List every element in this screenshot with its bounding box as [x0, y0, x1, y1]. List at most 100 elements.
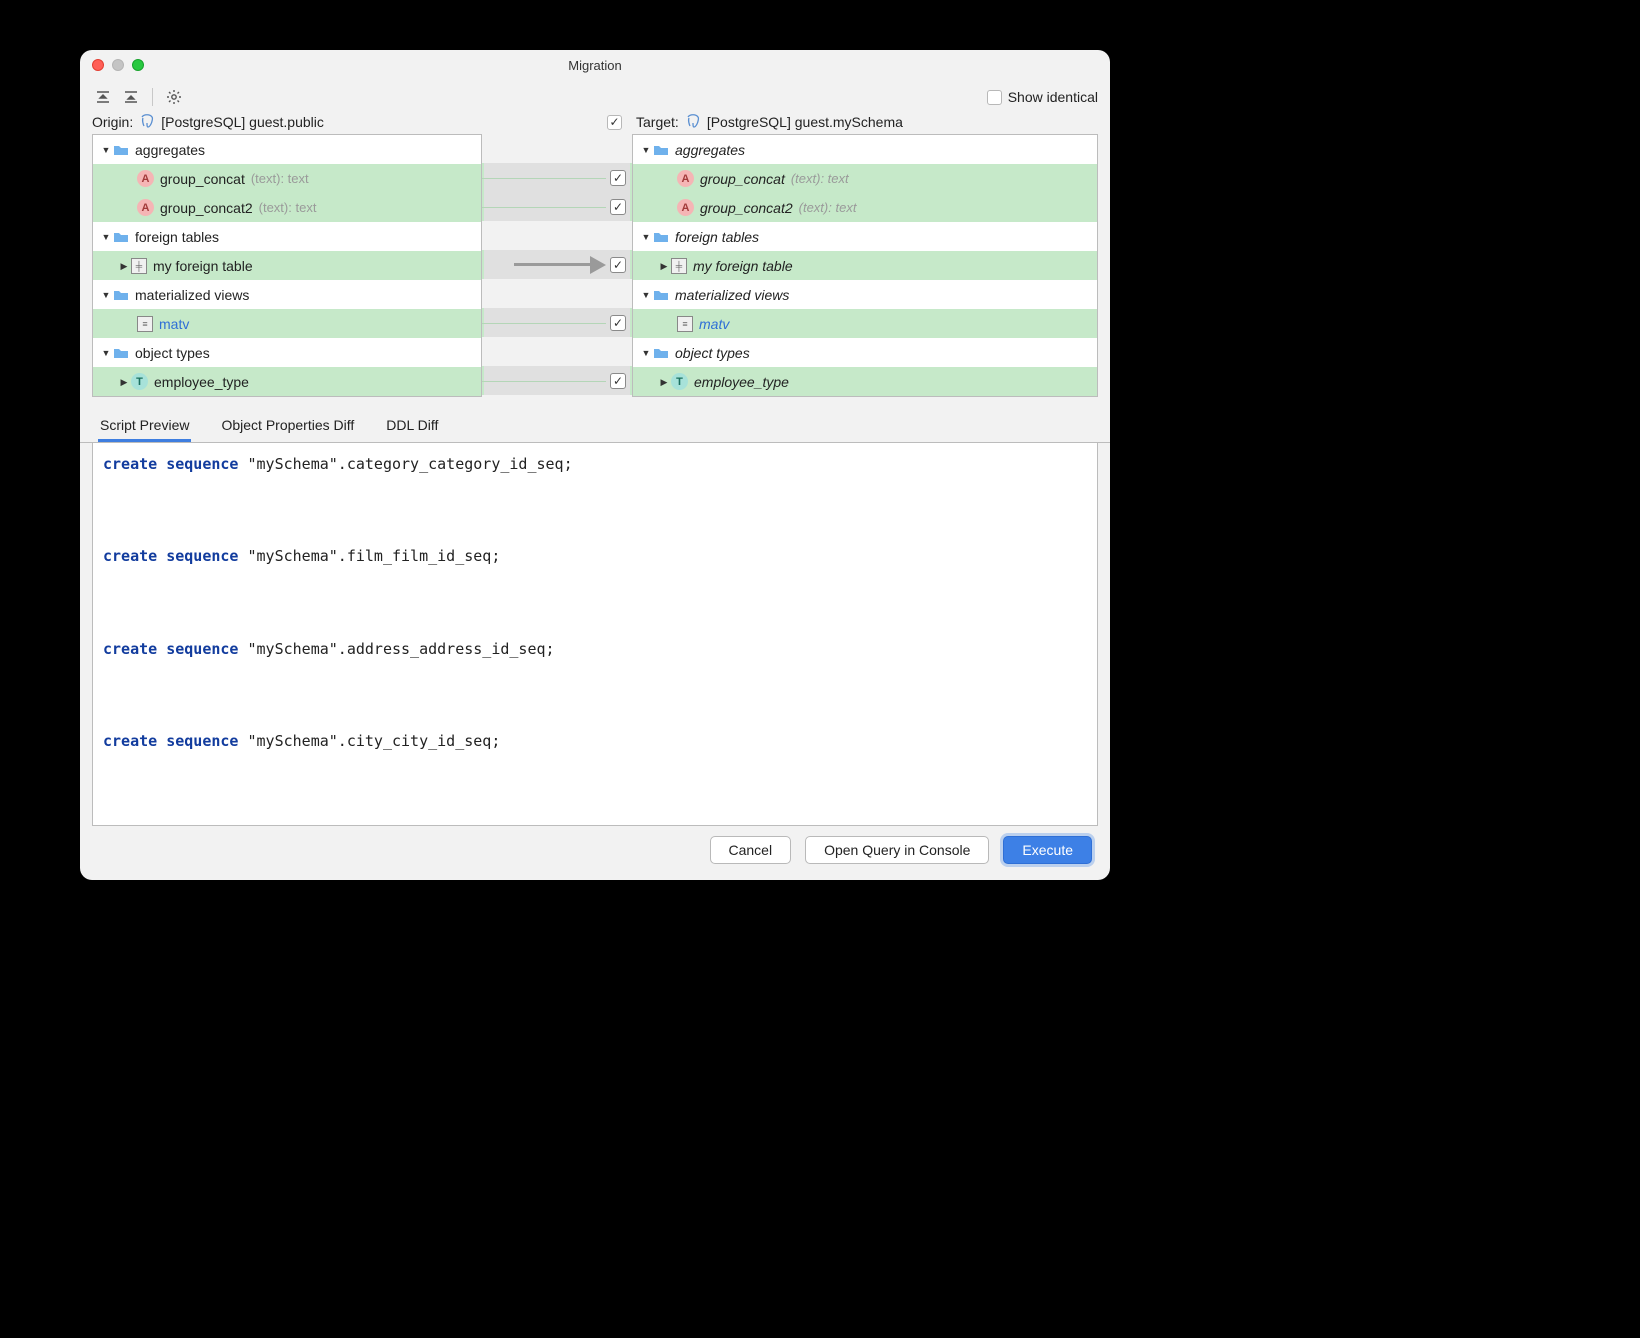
chevron-down-icon[interactable]	[639, 289, 653, 301]
folder-icon	[113, 229, 129, 245]
chevron-down-icon[interactable]	[99, 144, 113, 156]
aggregate-badge-icon: A	[677, 170, 694, 187]
tree-row-aggregates[interactable]: aggregates	[93, 135, 481, 164]
chevron-right-icon[interactable]	[657, 260, 671, 272]
migrate-arrow-icon	[514, 256, 606, 274]
row-checkbox[interactable]	[482, 163, 632, 192]
tree-label: aggregates	[135, 142, 205, 158]
postgres-icon	[685, 114, 701, 130]
minimize-icon[interactable]	[112, 59, 124, 71]
toolbar-separator	[152, 88, 153, 106]
checkbox-icon	[610, 257, 626, 273]
source-headers: Origin: [PostgreSQL] guest.public Target…	[80, 114, 1110, 134]
mid-empty	[482, 279, 632, 308]
tree-row-materialized-views[interactable]: materialized views	[93, 280, 481, 309]
row-checkbox[interactable]	[482, 308, 632, 337]
tree-row-employee-type[interactable]: T employee_type	[633, 367, 1097, 396]
folder-icon	[653, 287, 669, 303]
tree-row-foreign-tables[interactable]: foreign tables	[633, 222, 1097, 251]
type-hint: (text): text	[791, 171, 849, 186]
tab-ddl-diff[interactable]: DDL Diff	[384, 411, 440, 442]
select-all-checkbox[interactable]	[607, 115, 622, 130]
tree-label: employee_type	[154, 374, 249, 390]
collapse-all-icon[interactable]	[120, 86, 142, 108]
folder-icon	[113, 287, 129, 303]
chevron-down-icon[interactable]	[639, 144, 653, 156]
tree-row-foreign-tables[interactable]: foreign tables	[93, 222, 481, 251]
chevron-down-icon[interactable]	[99, 347, 113, 359]
tree-label: materialized views	[675, 287, 789, 303]
target-source: [PostgreSQL] guest.mySchema	[707, 114, 903, 130]
origin-label: Origin:	[92, 114, 133, 130]
chevron-down-icon[interactable]	[99, 231, 113, 243]
zoom-icon[interactable]	[132, 59, 144, 71]
tree-row-group-concat2[interactable]: A group_concat2 (text): text	[93, 193, 481, 222]
row-checkbox[interactable]	[482, 366, 632, 395]
tree-label: my foreign table	[153, 258, 253, 274]
diff-trees: aggregates A group_concat (text): text A…	[80, 134, 1110, 397]
row-checkbox-selected[interactable]	[482, 250, 632, 279]
tree-label: object types	[135, 345, 210, 361]
mid-empty	[482, 134, 632, 163]
close-icon[interactable]	[92, 59, 104, 71]
tree-row-my-foreign-table[interactable]: ╪ my foreign table	[93, 251, 481, 280]
origin-tree[interactable]: aggregates A group_concat (text): text A…	[92, 134, 482, 397]
folder-icon	[653, 345, 669, 361]
tree-label: matv	[699, 316, 729, 332]
chevron-down-icon[interactable]	[99, 289, 113, 301]
tree-label: foreign tables	[135, 229, 219, 245]
chevron-right-icon[interactable]	[657, 376, 671, 388]
chevron-right-icon[interactable]	[117, 260, 131, 272]
checkbox-icon	[610, 170, 626, 186]
tree-label: foreign tables	[675, 229, 759, 245]
tree-row-group-concat[interactable]: A group_concat (text): text	[633, 164, 1097, 193]
aggregate-badge-icon: A	[677, 199, 694, 216]
type-hint: (text): text	[799, 200, 857, 215]
tree-label: matv	[159, 316, 189, 332]
checkbox-icon	[987, 90, 1002, 105]
show-identical-label: Show identical	[1008, 89, 1098, 105]
tree-label: my foreign table	[693, 258, 793, 274]
chevron-down-icon[interactable]	[639, 231, 653, 243]
tree-row-object-types[interactable]: object types	[633, 338, 1097, 367]
titlebar: Migration	[80, 50, 1110, 80]
tree-label: group_concat	[700, 171, 785, 187]
folder-icon	[653, 229, 669, 245]
tree-row-matv[interactable]: ≡ matv	[93, 309, 481, 338]
cancel-button[interactable]: Cancel	[710, 836, 792, 864]
script-preview-area[interactable]: create sequence "mySchema".category_cate…	[92, 443, 1098, 826]
origin-source: [PostgreSQL] guest.public	[161, 114, 324, 130]
chevron-right-icon[interactable]	[117, 376, 131, 388]
type-hint: (text): text	[259, 200, 317, 215]
tab-script-preview[interactable]: Script Preview	[98, 411, 191, 442]
folder-icon	[113, 142, 129, 158]
checkbox-icon	[610, 373, 626, 389]
gear-icon[interactable]	[163, 86, 185, 108]
tree-row-object-types[interactable]: object types	[93, 338, 481, 367]
aggregate-badge-icon: A	[137, 170, 154, 187]
chevron-down-icon[interactable]	[639, 347, 653, 359]
tree-row-group-concat[interactable]: A group_concat (text): text	[93, 164, 481, 193]
row-checkbox[interactable]	[482, 192, 632, 221]
aggregate-badge-icon: A	[137, 199, 154, 216]
open-query-button[interactable]: Open Query in Console	[805, 836, 989, 864]
mid-empty	[482, 337, 632, 366]
tree-row-matv[interactable]: ≡ matv	[633, 309, 1097, 338]
matview-icon: ≡	[677, 316, 693, 332]
tree-row-employee-type[interactable]: T employee_type	[93, 367, 481, 396]
type-badge-icon: T	[671, 373, 688, 390]
tree-row-materialized-views[interactable]: materialized views	[633, 280, 1097, 309]
checkbox-icon	[610, 315, 626, 331]
target-tree[interactable]: aggregates A group_concat (text): text A…	[632, 134, 1098, 397]
show-identical-checkbox[interactable]: Show identical	[987, 89, 1098, 105]
expand-all-icon[interactable]	[92, 86, 114, 108]
execute-button[interactable]: Execute	[1003, 836, 1092, 864]
tree-row-group-concat2[interactable]: A group_concat2 (text): text	[633, 193, 1097, 222]
tree-label: group_concat2	[700, 200, 793, 216]
checkbox-icon	[610, 199, 626, 215]
tab-obj-prop-diff[interactable]: Object Properties Diff	[219, 411, 356, 442]
tree-row-aggregates[interactable]: aggregates	[633, 135, 1097, 164]
tree-row-my-foreign-table[interactable]: ╪ my foreign table	[633, 251, 1097, 280]
tree-label: aggregates	[675, 142, 745, 158]
tree-label: employee_type	[694, 374, 789, 390]
